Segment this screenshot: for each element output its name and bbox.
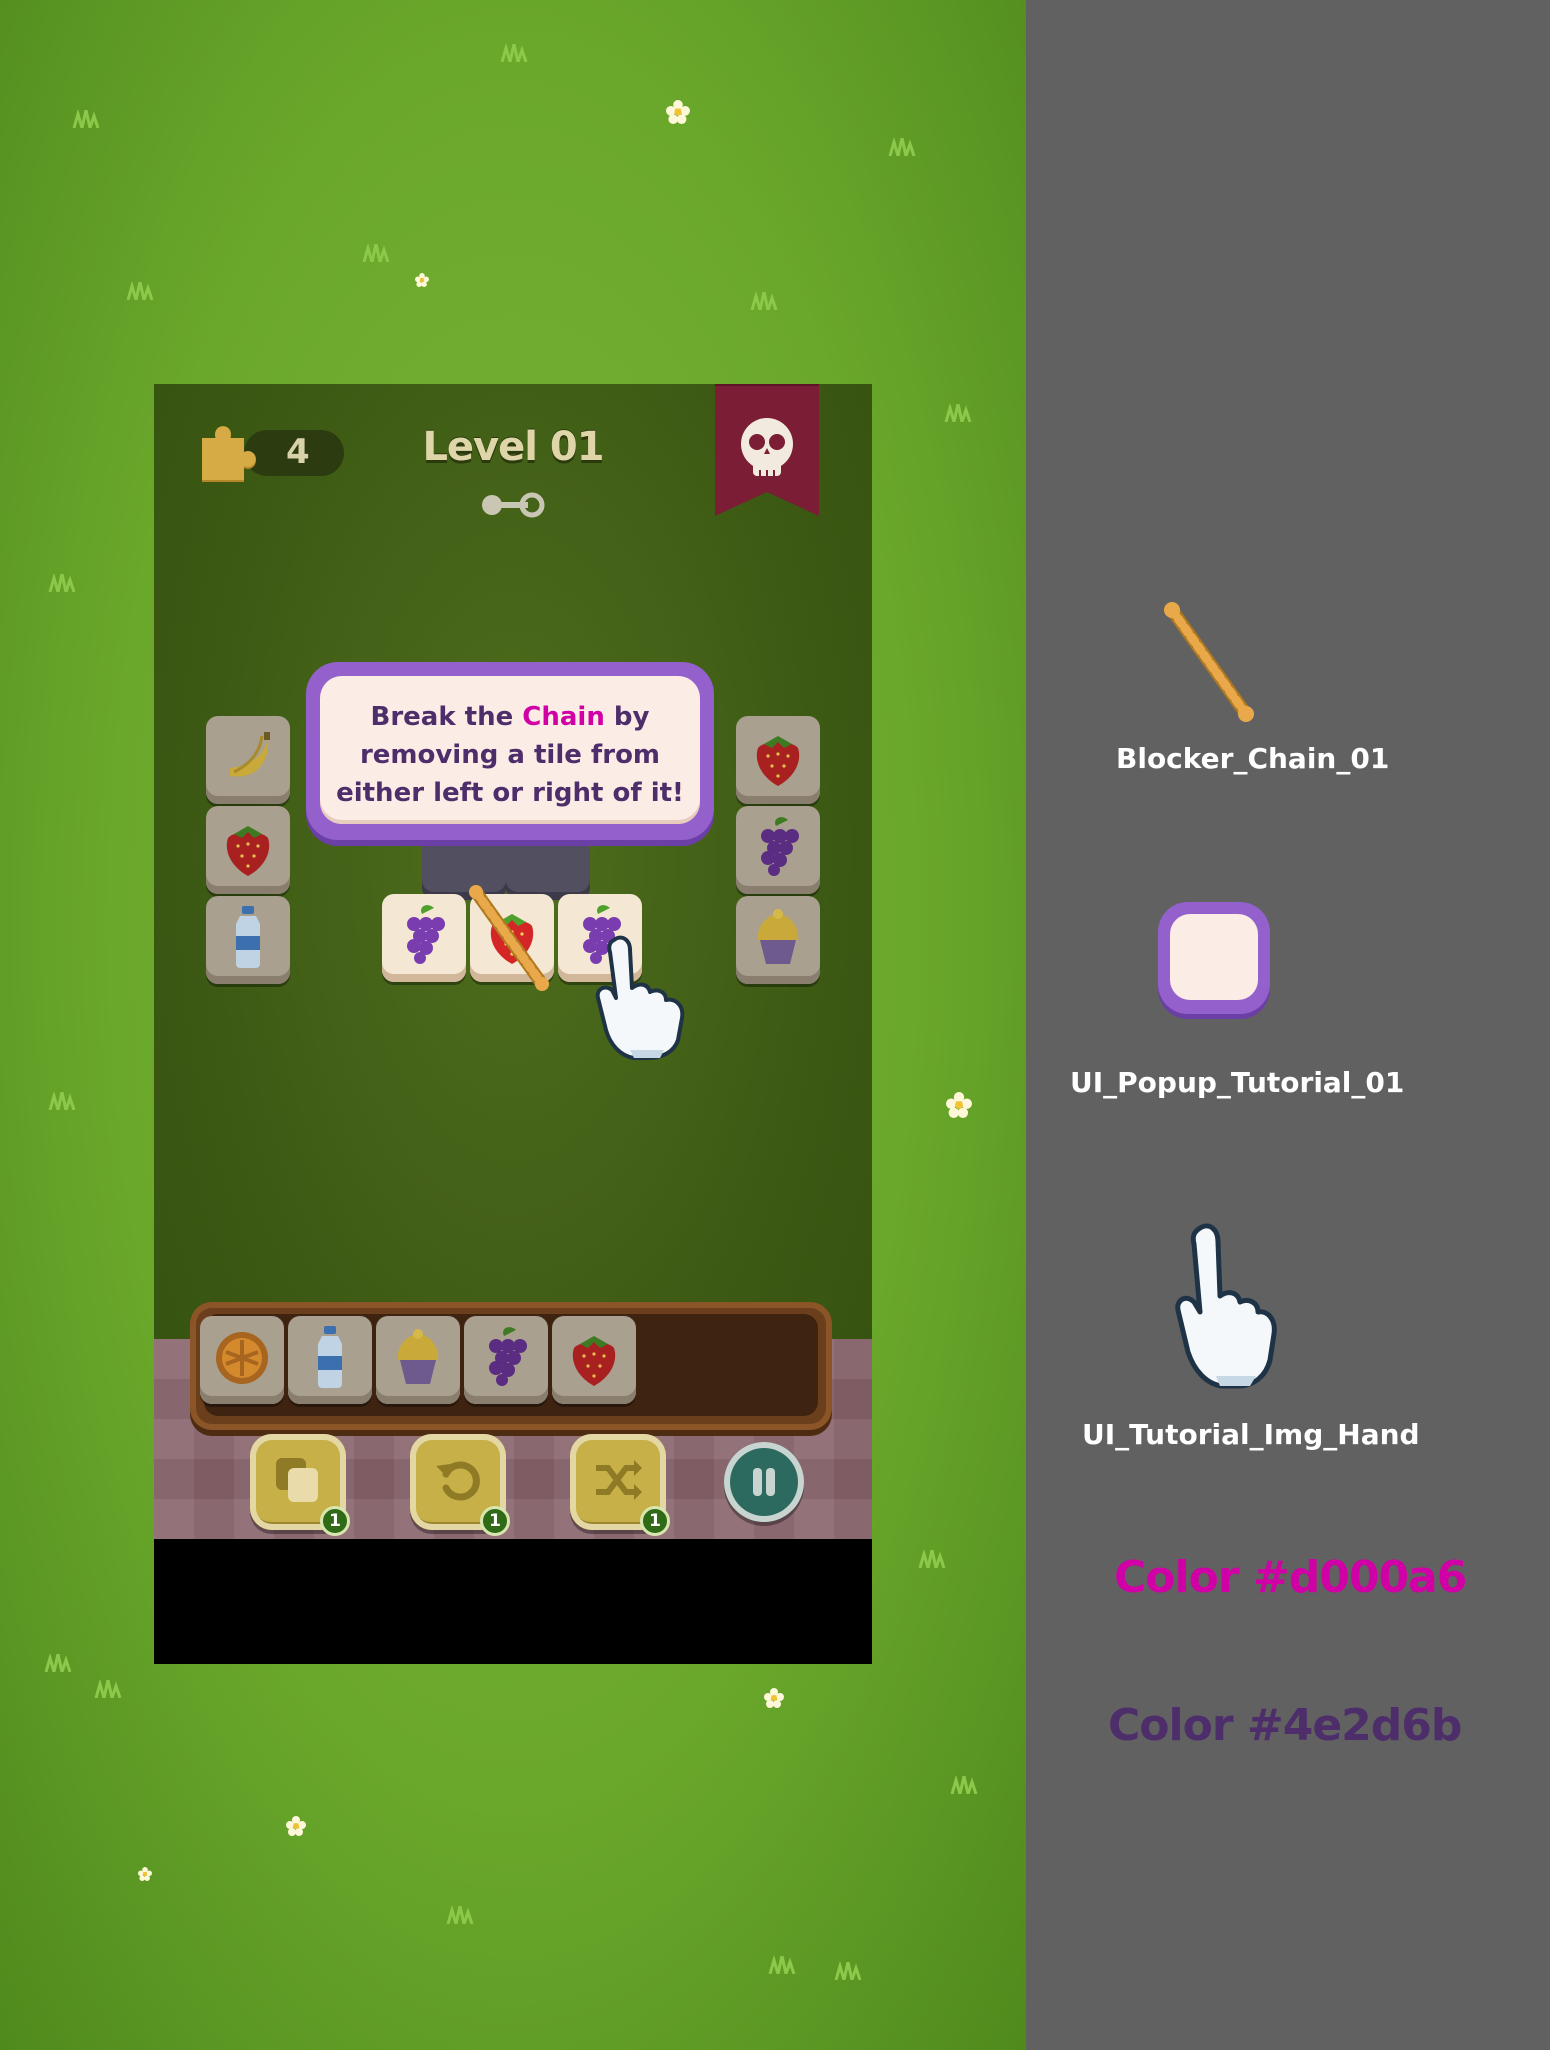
grapes-icon [407,905,445,964]
grass-tuft [48,1092,76,1110]
banana-icon [230,732,270,777]
pause-button[interactable] [724,1442,804,1522]
cupcake-icon [397,1329,439,1384]
grass-background: 4 Level 01 Break the Chain by removing a… [0,0,1026,2050]
grass-tuft [94,1680,122,1698]
grass-tuft [768,1956,796,1974]
flower-decoration [286,1816,306,1836]
strawberry-icon [756,736,800,786]
skull-icon [715,384,819,516]
game-screen: 4 Level 01 Break the Chain by removing a… [154,384,872,1664]
grass-tuft [950,1776,978,1794]
chain-blocker-asset-icon [1164,602,1254,722]
grass-tuft [834,1962,862,1980]
tile-banana[interactable] [206,716,290,804]
cupcake-icon [757,909,799,964]
tutorial-line-3: either left or right of it! [336,778,684,808]
popup-asset-body [1170,914,1258,1000]
color-swatch-body-text: Color #4e2d6b [1108,1700,1462,1751]
undo-powerup-button[interactable]: 1 [410,1434,510,1536]
tile-grapes[interactable] [736,806,820,894]
tutorial-popup: Break the Chain by removing a tile from … [306,662,714,840]
shuffle-icon [596,1460,642,1500]
grapes-icon [761,817,799,876]
tile-grapes[interactable] [382,894,466,982]
shuffle-powerup-button[interactable]: 1 [570,1434,670,1536]
chain-keyword: Chain [522,702,605,732]
tile-strawberry[interactable] [206,806,290,894]
popup-asset-preview [1158,902,1270,1014]
tray-tile-cupcake [376,1316,460,1404]
pie-icon [216,1332,268,1384]
tutorial-text: Break the [370,702,523,732]
strawberry-icon [572,1336,616,1386]
water-bottle-icon [318,1326,342,1388]
undo-arrow-icon [436,1461,480,1501]
tutorial-text: by [604,702,650,732]
hand-pointer-asset-icon [1175,1223,1277,1389]
flower-decoration [666,100,690,124]
powerup-count-badge: 1 [480,1506,510,1536]
tray-tile-grapes [464,1316,548,1404]
key-progress-icon [482,492,545,518]
grass-tuft [750,292,778,310]
tray-tile-pie [200,1316,284,1404]
tutorial-line-2: removing a tile from [359,740,661,770]
flower-decoration [415,272,429,287]
grass-tuft [446,1906,474,1924]
stack-powerup-button[interactable]: 1 [250,1434,350,1536]
chain-blocker-icon [469,885,549,991]
grass-tuft [48,574,76,592]
flower-decoration [764,1688,784,1708]
asset-label-popup: UI_Popup_Tutorial_01 [1070,1066,1405,1099]
grass-tuft [500,44,528,62]
tutorial-popup-body: Break the Chain by removing a tile from … [320,676,700,824]
powerup-count-badge: 1 [320,1506,350,1536]
tutorial-hand-icon [595,935,685,1060]
tile-water-bottle[interactable] [206,896,290,984]
asset-label-chain: Blocker_Chain_01 [1116,742,1390,775]
color-swatch-chain-text: Color #d000a6 [1114,1552,1467,1603]
tile-cupcake[interactable] [736,896,820,984]
bottom-safe-area [154,1539,872,1664]
grass-tuft [44,1654,72,1672]
tile-strawberry[interactable] [736,716,820,804]
strawberry-icon [226,826,270,876]
grass-tuft [72,110,100,128]
tray-tile-strawberry [552,1316,636,1404]
tiles-stack-icon [276,1458,318,1502]
water-bottle-icon [236,906,260,968]
asset-label-hand: UI_Tutorial_Img_Hand [1082,1418,1420,1451]
grass-tuft [362,244,390,262]
tray-tile-water-bottle [288,1316,372,1404]
tutorial-line-1: Break the Chain by [320,698,700,736]
grass-tuft [888,138,916,156]
grass-tuft [918,1550,946,1568]
powerup-count-badge: 1 [640,1506,670,1536]
grass-tuft [126,282,154,300]
tile-tray [190,1302,832,1430]
grapes-icon [489,1327,527,1386]
grass-tuft [944,404,972,422]
tutorial-message: Break the Chain by removing a tile from … [320,698,700,812]
flower-decoration [138,1866,152,1881]
flower-decoration [946,1092,972,1118]
